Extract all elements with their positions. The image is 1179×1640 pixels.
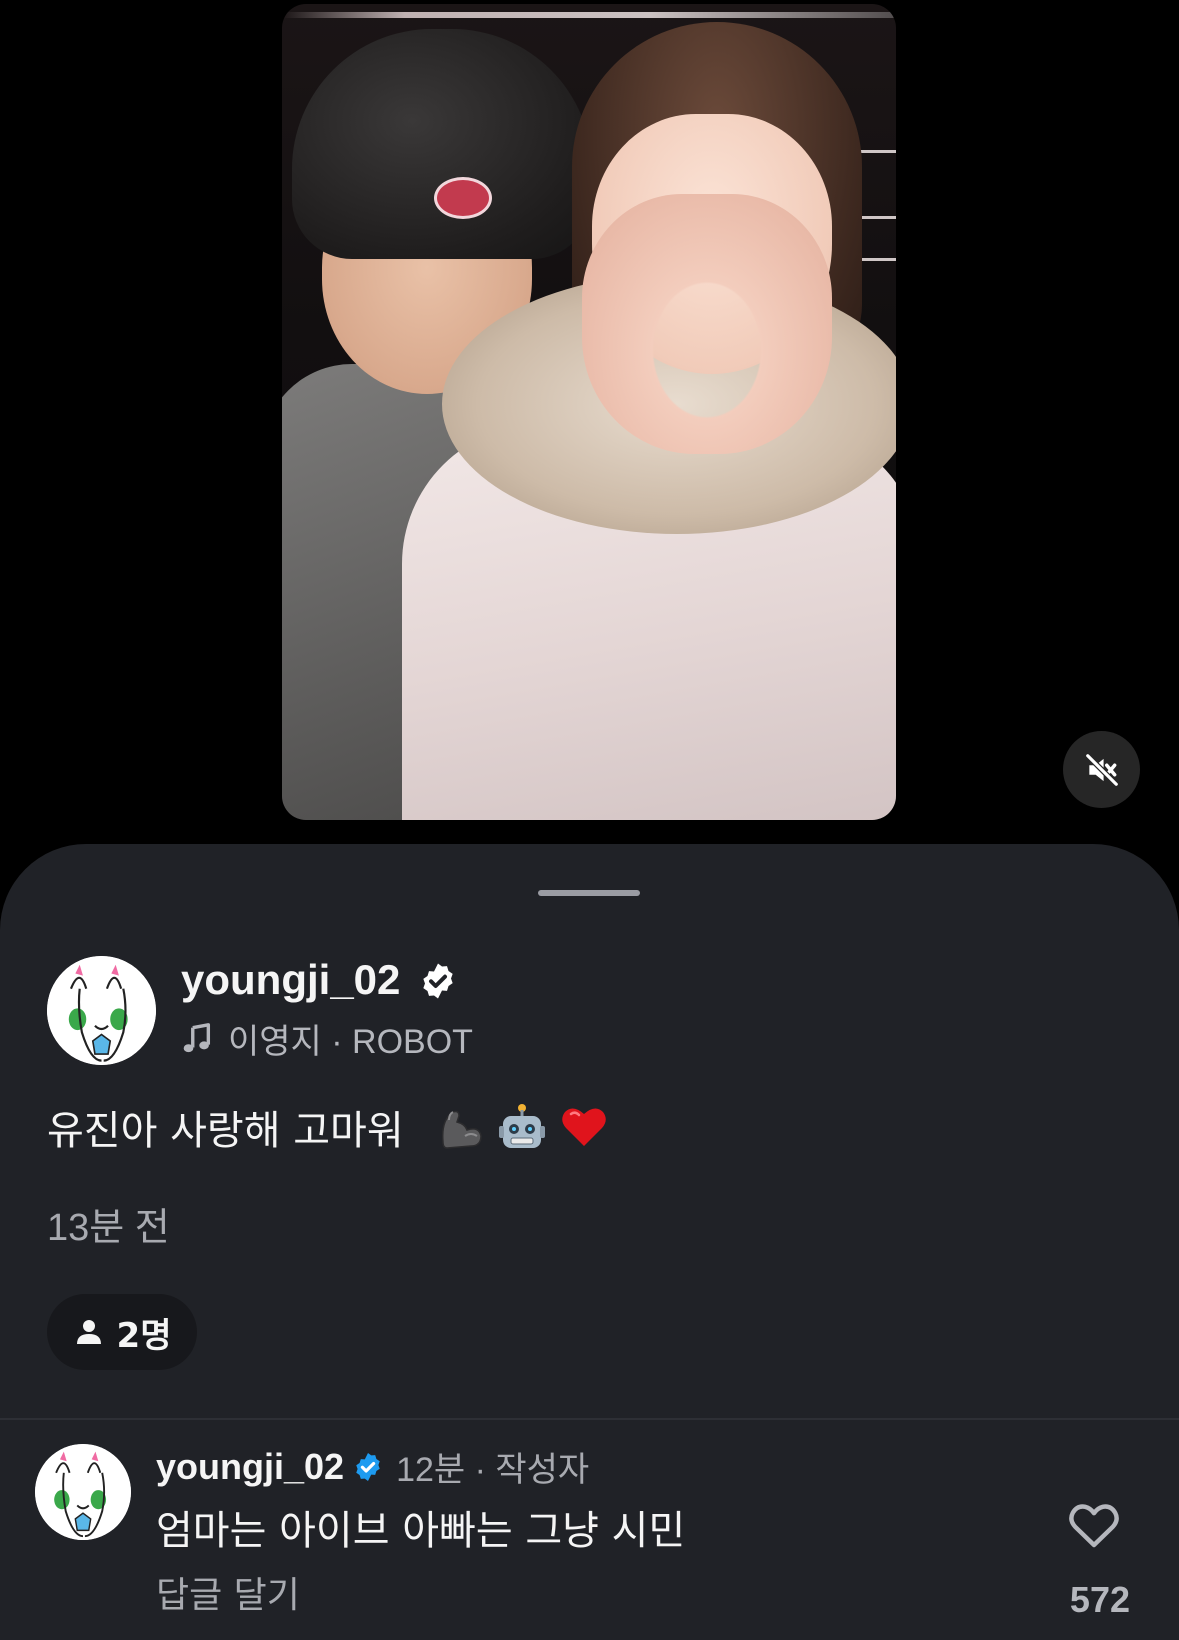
like-count: 572	[1069, 1579, 1130, 1620]
avatar[interactable]	[47, 956, 156, 1065]
comment-meta: 12분 · 작성자	[396, 1451, 590, 1489]
post-detail-sheet: youngji_02 이영지 · ROBOT 유진아 사랑해 고마워 13분 전…	[0, 844, 1179, 1640]
speaker-muted-icon	[1084, 752, 1119, 787]
viewers-button[interactable]: 2명	[47, 1294, 197, 1370]
mute-button[interactable]	[1063, 731, 1140, 808]
threads-post-screen: youngji_02 이영지 · ROBOT 유진아 사랑해 고마워 13분 전…	[0, 0, 1179, 1640]
sheet-grabber[interactable]	[538, 890, 640, 896]
music-note-icon	[183, 1022, 211, 1052]
section-divider	[0, 1418, 1179, 1420]
comment-username[interactable]: youngji_02	[156, 1446, 344, 1488]
heart-outline-icon	[1069, 1504, 1119, 1548]
like-button[interactable]	[1068, 1502, 1120, 1550]
post-video[interactable]	[282, 4, 896, 820]
wall-light-line	[856, 150, 896, 153]
comment-text: 엄마는 아이브 아빠는 그냥 시민	[156, 1508, 686, 1554]
verified-badge-icon	[418, 961, 458, 1001]
flexed-biceps-emoji	[434, 1101, 486, 1153]
beanie-patch	[434, 177, 492, 219]
avatar[interactable]	[35, 1444, 131, 1540]
doodle-face-avatar-icon	[35, 1444, 131, 1540]
verified-badge-icon	[356, 1452, 380, 1481]
music-attribution[interactable]: 이영지 · ROBOT	[180, 1014, 473, 1063]
red-heart-emoji	[558, 1101, 610, 1153]
robot-emoji	[496, 1101, 548, 1153]
post-username[interactable]: youngji_02	[181, 956, 400, 1004]
post-caption: 유진아 사랑해 고마워	[47, 1098, 610, 1156]
wall-light-line	[856, 216, 896, 219]
wall-light-line	[856, 258, 896, 261]
reply-button[interactable]: 답글 달기	[156, 1566, 300, 1618]
music-text: 이영지 · ROBOT	[228, 1023, 473, 1061]
person-icon	[76, 1320, 101, 1344]
doodle-face-avatar-icon	[47, 956, 156, 1065]
post-timestamp: 13분 전	[47, 1207, 170, 1249]
left-person-beanie	[292, 29, 592, 259]
comment-header: youngji_02 12분 · 작성자	[156, 1442, 589, 1491]
ceiling-light	[282, 12, 896, 18]
viewers-count: 2명	[116, 1315, 172, 1356]
caption-text: 유진아 사랑해 고마워	[47, 1108, 404, 1154]
right-person-hands	[582, 194, 832, 454]
